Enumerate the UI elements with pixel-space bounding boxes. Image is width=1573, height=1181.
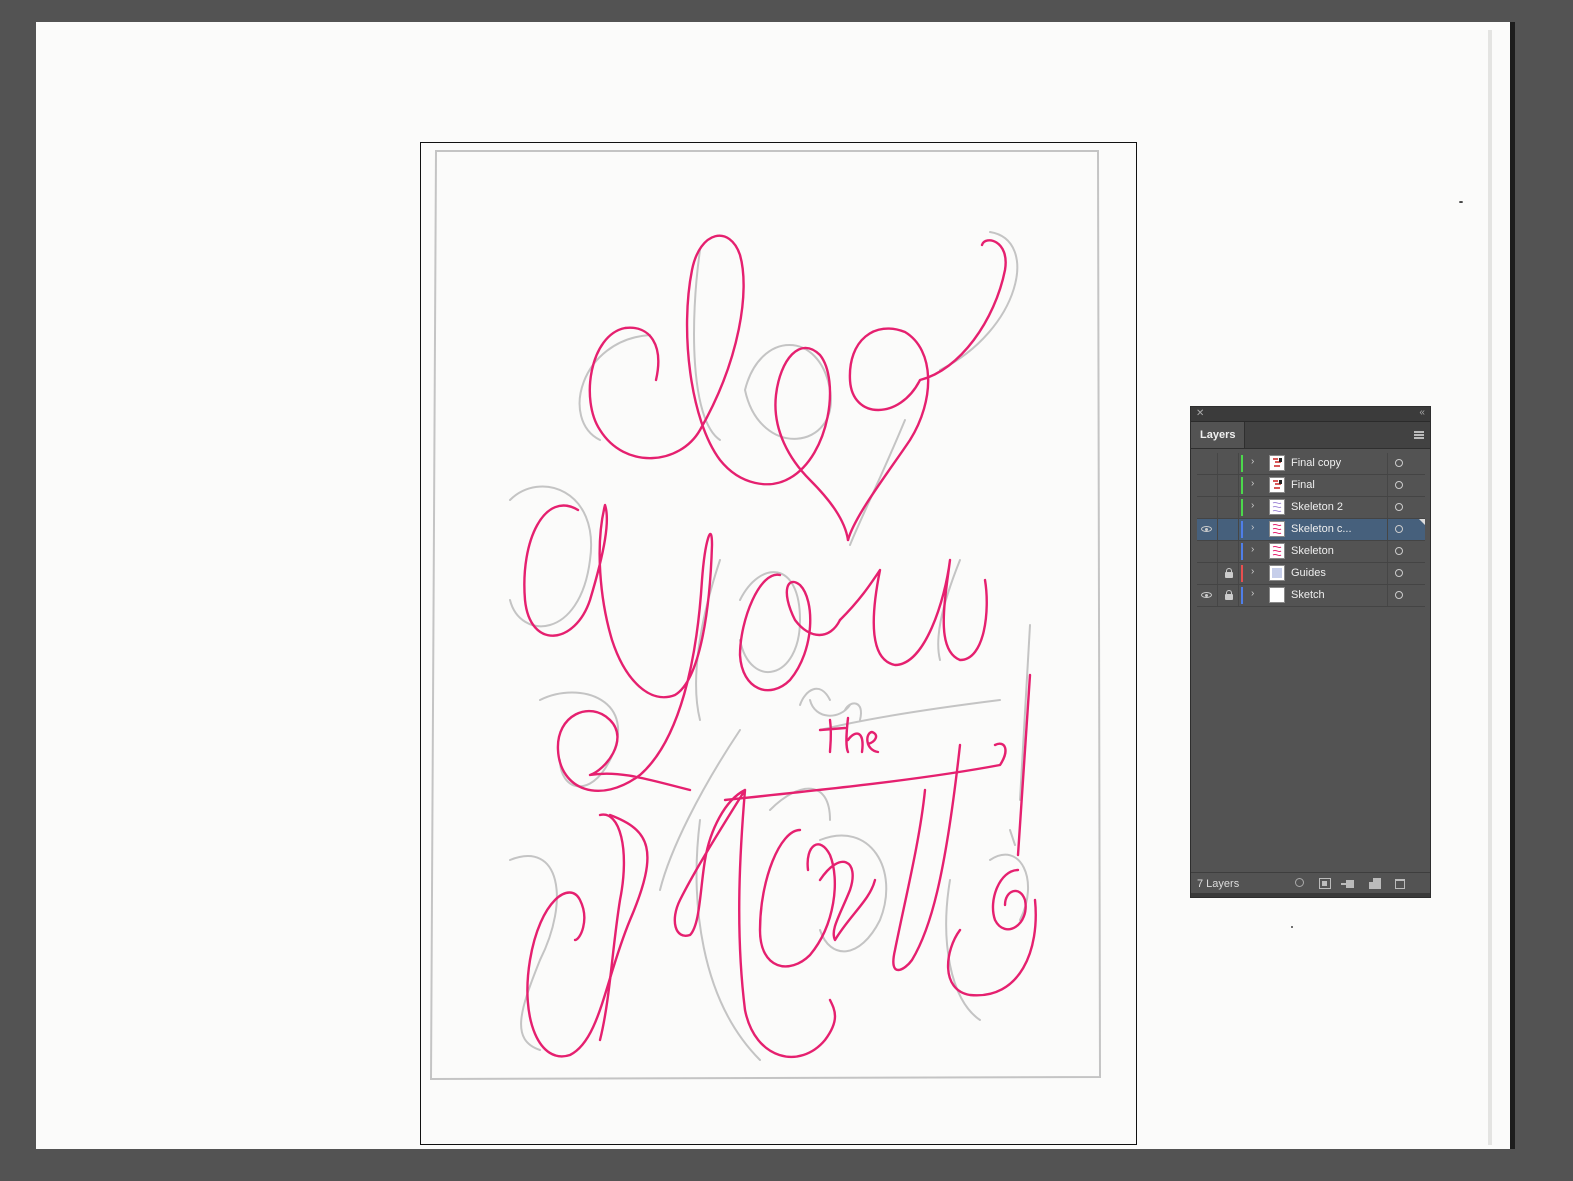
target-circle-icon[interactable] [1395,525,1403,533]
layer-name[interactable]: Skeleton 2 [1291,497,1343,518]
new-sublayer-icon[interactable] [1341,878,1355,889]
layer-name[interactable]: Skeleton [1291,541,1334,562]
layer-row-skeleton-2[interactable]: › Skeleton 2 [1197,497,1425,519]
collapse-icon[interactable]: ‹‹ [1419,407,1425,419]
layer-name[interactable]: Skeleton c... [1291,519,1352,540]
separator [1387,519,1388,540]
layers-panel[interactable]: ✕ ‹‹ Layers › Final copy › Final › Skele… [1190,406,1431,898]
visibility-toggle[interactable] [1197,519,1218,540]
layer-thumbnail [1269,587,1285,603]
layer-color-bar [1241,499,1243,516]
visibility-toggle[interactable] [1197,563,1218,584]
panel-tab-bar: Layers [1191,422,1430,449]
lock-toggle[interactable] [1218,453,1239,474]
eye-icon [1201,526,1212,532]
separator [1387,585,1388,606]
layer-list: › Final copy › Final › Skeleton 2 › Skel… [1197,453,1425,607]
separator [1387,453,1388,474]
close-icon[interactable]: ✕ [1196,407,1204,420]
layer-thumbnail [1269,499,1285,515]
layer-name[interactable]: Sketch [1291,585,1325,606]
layer-row-final[interactable]: › Final [1197,475,1425,497]
layer-name[interactable]: Final [1291,475,1315,496]
layer-thumbnail [1269,455,1285,471]
layer-thumbnail [1269,543,1285,559]
lock-toggle[interactable] [1218,497,1239,518]
chevron-right-icon[interactable]: › [1251,522,1254,533]
layer-row-guides[interactable]: › Guides [1197,563,1425,585]
lock-toggle[interactable] [1218,541,1239,562]
visibility-toggle[interactable] [1197,497,1218,518]
layer-color-bar [1241,587,1243,604]
panel-resize-bar[interactable] [1191,893,1430,897]
layer-row-skeleton-copy[interactable]: › Skeleton c... [1197,519,1425,541]
eye-icon [1201,592,1212,598]
chevron-right-icon[interactable]: › [1251,566,1254,577]
layer-color-bar [1241,455,1243,472]
lock-toggle[interactable] [1218,585,1239,606]
separator [1387,563,1388,584]
new-layer-icon[interactable] [1369,878,1381,889]
target-circle-icon[interactable] [1395,503,1403,511]
visibility-toggle[interactable] [1197,585,1218,606]
layer-color-bar [1241,543,1243,560]
layer-row-sketch[interactable]: › Sketch [1197,585,1425,607]
target-circle-icon[interactable] [1395,481,1403,489]
target-circle-icon[interactable] [1395,591,1403,599]
chevron-right-icon[interactable]: › [1251,456,1254,467]
lock-icon [1225,568,1233,578]
panel-menu-icon[interactable] [1414,431,1424,439]
separator [1387,541,1388,562]
target-circle-icon[interactable] [1395,459,1403,467]
layer-name[interactable]: Guides [1291,563,1326,584]
visibility-toggle[interactable] [1197,453,1218,474]
layer-count: 7 Layers [1197,878,1240,890]
visibility-toggle[interactable] [1197,541,1218,562]
lock-toggle[interactable] [1218,563,1239,584]
layer-thumbnail [1269,521,1285,537]
layer-row-skeleton[interactable]: › Skeleton [1197,541,1425,563]
chevron-right-icon[interactable]: › [1251,588,1254,599]
target-circle-icon[interactable] [1395,569,1403,577]
visibility-toggle[interactable] [1197,475,1218,496]
layer-thumbnail [1269,565,1285,581]
panel-title-bar[interactable]: ✕ ‹‹ [1191,407,1430,422]
layer-color-bar [1241,521,1243,538]
trash-icon[interactable] [1395,879,1405,889]
selected-art-indicator [1419,519,1425,525]
layer-thumbnail [1269,477,1285,493]
panel-footer: 7 Layers [1191,872,1430,897]
chevron-right-icon[interactable]: › [1251,478,1254,489]
layer-name[interactable]: Final copy [1291,453,1341,474]
lock-toggle[interactable] [1218,475,1239,496]
separator [1387,475,1388,496]
separator [1387,497,1388,518]
tab-layers[interactable]: Layers [1191,422,1246,448]
layer-color-bar [1241,477,1243,494]
target-circle-icon[interactable] [1395,547,1403,555]
clipping-mask-icon[interactable] [1319,878,1331,889]
lock-icon [1225,590,1233,600]
chevron-right-icon[interactable]: › [1251,500,1254,511]
layer-row-final-copy[interactable]: › Final copy [1197,453,1425,475]
layer-color-bar [1241,565,1243,582]
chevron-right-icon[interactable]: › [1251,544,1254,555]
lock-toggle[interactable] [1218,519,1239,540]
find-icon[interactable] [1295,878,1304,887]
